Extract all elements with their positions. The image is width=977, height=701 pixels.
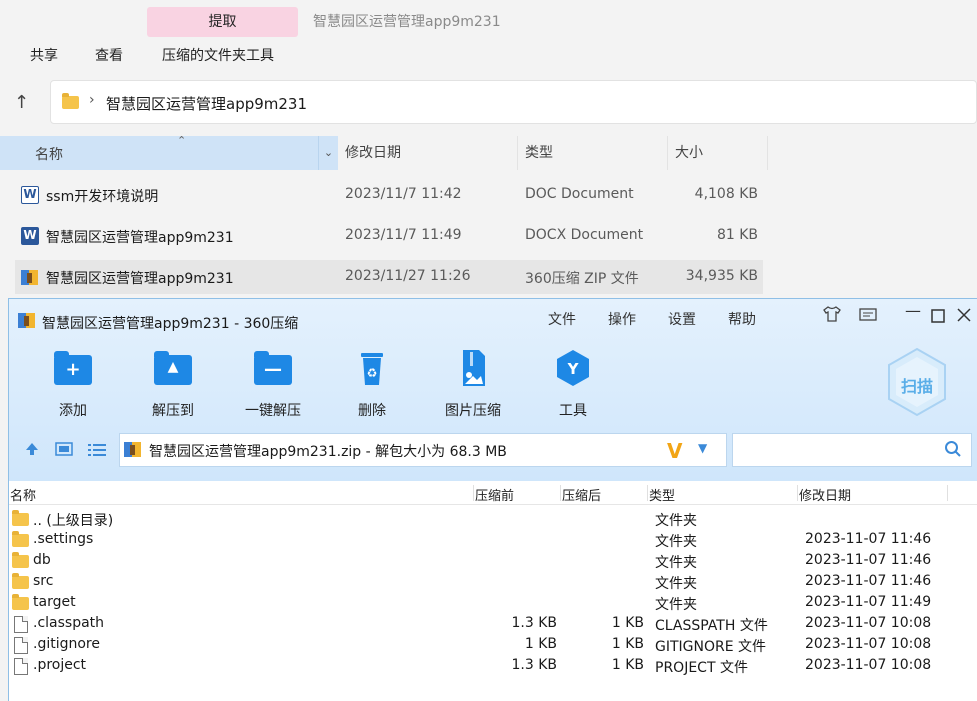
list-item[interactable]: .classpath 1.3 KB 1 KB CLASSPATH 文件 2023… bbox=[9, 614, 949, 635]
file-row[interactable]: W 智慧园区运营管理app9m231 2023/11/7 11:49 DOCX … bbox=[15, 219, 763, 253]
column-header-size[interactable]: 大小 bbox=[668, 136, 768, 170]
search-icon[interactable] bbox=[944, 440, 962, 462]
zip-archive-window: 智慧园区运营管理app9m231 - 360压缩 文件 操作 设置 帮助 — +… bbox=[8, 298, 977, 701]
column-header-name[interactable]: ⌃ 名称 bbox=[0, 134, 338, 170]
folder-icon bbox=[12, 594, 29, 610]
ribbon-view-tab[interactable]: 查看 bbox=[95, 45, 123, 65]
menu-file[interactable]: 文件 bbox=[548, 309, 576, 329]
image-compress-button[interactable]: 图片压缩 bbox=[433, 349, 513, 420]
col-name[interactable]: 名称 bbox=[10, 485, 36, 504]
path-dropdown-icon[interactable]: ▼ bbox=[698, 441, 707, 455]
ribbon-share-tab[interactable]: 共享 bbox=[30, 45, 58, 65]
scan-button[interactable]: 扫描 bbox=[886, 347, 948, 417]
maximize-icon[interactable] bbox=[931, 308, 945, 327]
up-arrow-icon[interactable]: ↑ bbox=[14, 92, 29, 113]
add-folder-icon: + bbox=[54, 351, 92, 385]
skin-shirt-icon[interactable] bbox=[822, 305, 842, 327]
list-item[interactable]: db 文件夹 2023-11-07 11:46 bbox=[9, 551, 949, 572]
add-button[interactable]: + 添加 bbox=[33, 349, 113, 420]
extract-folder-icon: ▲ bbox=[154, 351, 192, 385]
view-icons-icon[interactable] bbox=[55, 442, 73, 460]
zip-window-title: 智慧园区运营管理app9m231 - 360压缩 bbox=[42, 316, 299, 332]
svg-text:♻: ♻ bbox=[367, 366, 378, 380]
folder-icon bbox=[12, 552, 29, 568]
menu-settings[interactable]: 设置 bbox=[668, 309, 696, 329]
zip-app-icon bbox=[18, 311, 36, 329]
folder-icon bbox=[12, 531, 29, 547]
col-before[interactable]: 压缩前 bbox=[475, 485, 514, 504]
file-row[interactable]: W ssm开发环境说明 2023/11/7 11:42 DOC Document… bbox=[15, 178, 763, 212]
list-item[interactable]: .settings 文件夹 2023-11-07 11:46 bbox=[9, 530, 949, 551]
address-path: 智慧园区运营管理app9m231 bbox=[106, 95, 308, 113]
list-item[interactable]: .gitignore 1 KB 1 KB GITIGNORE 文件 2023-1… bbox=[9, 635, 949, 656]
file-icon bbox=[14, 637, 28, 654]
extract-tab[interactable]: 提取 bbox=[147, 7, 298, 37]
column-header-date[interactable]: 修改日期 bbox=[338, 136, 518, 170]
context-title: 智慧园区运营管理app9m231 bbox=[313, 14, 501, 30]
v-logo-icon: V bbox=[667, 439, 683, 463]
col-type[interactable]: 类型 bbox=[649, 485, 675, 504]
tools-button[interactable]: Y 工具 bbox=[533, 349, 613, 420]
column-header-type[interactable]: 类型 bbox=[518, 136, 668, 170]
extract-to-button[interactable]: ▲ 解压到 bbox=[133, 349, 213, 420]
minimize-icon[interactable]: — bbox=[905, 301, 921, 320]
recycle-bin-icon: ♻ bbox=[352, 349, 392, 387]
tools-hexagon-icon: Y bbox=[553, 349, 593, 387]
file-icon bbox=[14, 616, 28, 633]
archive-path-text: 智慧园区运营管理app9m231.zip - 解包大小为 68.3 MB bbox=[149, 444, 507, 460]
list-item[interactable]: src 文件夹 2023-11-07 11:46 bbox=[9, 572, 949, 593]
col-after[interactable]: 压缩后 bbox=[562, 485, 601, 504]
search-input[interactable] bbox=[732, 433, 972, 467]
list-item[interactable]: .project 1.3 KB 1 KB PROJECT 文件 2023-11-… bbox=[9, 656, 949, 677]
word-docx-icon: W bbox=[21, 227, 39, 245]
ribbon-compressed-tools-tab[interactable]: 压缩的文件夹工具 bbox=[162, 45, 274, 65]
folder-icon bbox=[62, 93, 79, 109]
up-level-icon[interactable] bbox=[24, 441, 40, 461]
svg-text:Y: Y bbox=[567, 360, 580, 378]
sort-caret-icon: ⌃ bbox=[177, 134, 187, 147]
file-row-selected[interactable]: 智慧园区运营管理app9m231 2023/11/27 11:26 360压缩 … bbox=[15, 260, 763, 294]
folder-icon bbox=[12, 510, 29, 526]
chevron-right-icon[interactable]: › bbox=[89, 92, 95, 108]
feedback-icon[interactable] bbox=[858, 307, 878, 327]
word-doc-icon: W bbox=[21, 186, 39, 204]
delete-button[interactable]: ♻ 删除 bbox=[332, 349, 412, 420]
view-list-icon[interactable] bbox=[88, 443, 106, 461]
col-date[interactable]: 修改日期 bbox=[799, 485, 851, 504]
archive-zip-icon bbox=[124, 440, 142, 458]
close-icon[interactable] bbox=[957, 307, 971, 326]
list-item[interactable]: target 文件夹 2023-11-07 11:49 bbox=[9, 593, 949, 614]
zip-icon bbox=[21, 268, 39, 286]
image-zip-icon bbox=[453, 349, 493, 387]
file-explorer-window: 提取 智慧园区运营管理app9m231 共享 查看 压缩的文件夹工具 ↑ › 智… bbox=[0, 0, 977, 300]
menu-operation[interactable]: 操作 bbox=[608, 309, 636, 329]
one-click-folder-icon: — bbox=[254, 351, 292, 385]
file-icon bbox=[14, 658, 28, 675]
one-click-extract-button[interactable]: — 一键解压 bbox=[233, 349, 313, 420]
menu-help[interactable]: 帮助 bbox=[728, 309, 756, 329]
scan-label: 扫描 bbox=[900, 377, 933, 396]
list-item[interactable]: .. (上级目录) 文件夹 bbox=[9, 509, 949, 530]
column-dropdown-icon[interactable]: ⌄ bbox=[318, 136, 338, 170]
folder-icon bbox=[12, 573, 29, 589]
